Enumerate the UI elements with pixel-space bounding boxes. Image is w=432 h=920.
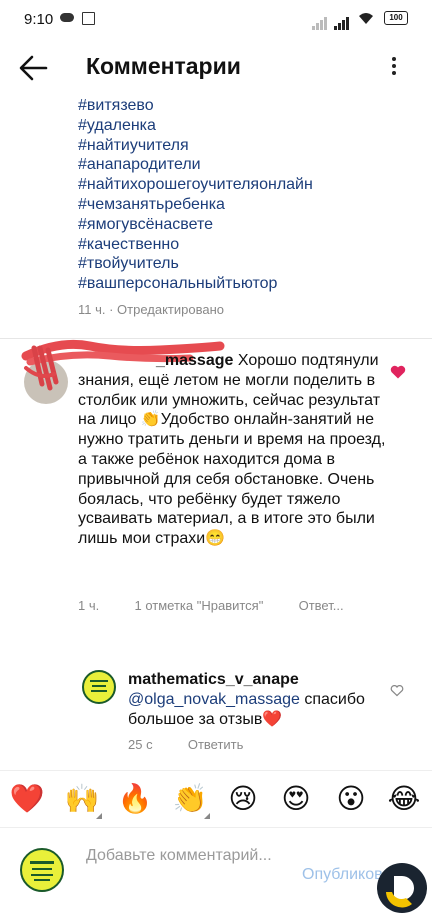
hashtag-link[interactable]: #анапародители [78, 155, 418, 175]
comment-meta: 1 ч. 1 отметка "Нравится" Ответ... [78, 598, 344, 613]
hashtag-link[interactable]: #чемзанятьребенка [78, 195, 418, 215]
status-bar: 9:10 100 [0, 0, 432, 40]
reply-username[interactable]: mathematics_v_anape [128, 671, 299, 688]
emoji-cry-button[interactable]: 😢 [225, 781, 261, 817]
logo-icon [90, 680, 108, 692]
comment-reply-button[interactable]: Ответ... [299, 598, 344, 613]
emoji-laughing-button[interactable]: 😂 [386, 781, 422, 817]
status-time: 9:10 [24, 11, 54, 28]
hashtag-link[interactable]: #удаленка [78, 116, 418, 136]
heart-outline-icon[interactable] [390, 684, 404, 697]
signal-icon-sim1 [312, 12, 328, 30]
hashtag-link[interactable]: #вашперсональныйтьютор [78, 274, 418, 294]
reply-reply-button[interactable]: Ответить [188, 737, 244, 752]
hashtag-link[interactable]: #качественно [78, 235, 418, 255]
comment-time: 1 ч. [78, 598, 100, 613]
battery-icon: 100 [384, 11, 408, 25]
reply-avatar[interactable] [82, 670, 116, 704]
emoji-heart-eyes-button[interactable]: 😍 [278, 781, 314, 817]
app-overlay-icon[interactable] [376, 862, 428, 914]
cloud-icon [60, 13, 74, 22]
hashtag-link[interactable]: #найтихорошегоучителяонлайн [78, 175, 418, 195]
reply-text: mathematics_v_anape @olga_novak_massage … [128, 670, 368, 729]
comment-likes[interactable]: 1 отметка "Нравится" [134, 598, 263, 613]
hashtag-link[interactable]: #ямогувсёнасвете [78, 215, 418, 235]
reply-mention[interactable]: @olga_novak_massage [128, 691, 300, 708]
heart-liked-icon[interactable] [390, 365, 406, 379]
signal-icon-sim2 [334, 12, 350, 30]
emoji-bar: ❤️ 🙌 🔥 👏 😢 😍 😮 😂 [0, 770, 432, 828]
hashtag-link[interactable]: #найтиучителя [78, 136, 418, 156]
wifi-icon [359, 13, 373, 24]
screenshot-icon [82, 12, 95, 25]
more-options-icon[interactable] [388, 54, 400, 82]
reply-time: 25 с [128, 737, 153, 752]
emoji-fire-button[interactable]: 🔥 [117, 781, 153, 817]
top-bar: Комментарии [0, 40, 432, 96]
comment-text: _massage Хорошо подтянули знания, ещё ле… [78, 351, 398, 549]
emoji-heart-button[interactable]: ❤️ [9, 781, 45, 817]
emoji-glyph: 👏 [172, 782, 208, 815]
emoji-raised-hands-button[interactable]: 🙌 [64, 781, 102, 819]
reply-meta: 25 с Ответить [128, 737, 243, 752]
emoji-clap-button[interactable]: 👏 [172, 781, 210, 819]
composer-avatar [20, 848, 64, 892]
emoji-surprised-button[interactable]: 😮 [333, 781, 369, 817]
comment-body: Хорошо подтянули знания, ещё летом не мо… [78, 352, 386, 548]
hashtag-link[interactable]: #витязево [78, 96, 418, 116]
logo-icon [30, 861, 54, 881]
comment-input[interactable]: Добавьте комментарий... [86, 846, 296, 866]
caption-meta: 11 ч. · Отредактировано [78, 302, 225, 317]
back-arrow-icon[interactable] [18, 54, 48, 82]
caption-hashtags: #витязево #удаленка #найтиучителя #анапарод… [78, 96, 418, 294]
comment-username[interactable]: _massage [156, 352, 233, 369]
hashtag-link[interactable]: #твойучитель [78, 254, 418, 274]
emoji-glyph: 🙌 [64, 782, 100, 815]
page-title: Комментарии [86, 53, 241, 79]
